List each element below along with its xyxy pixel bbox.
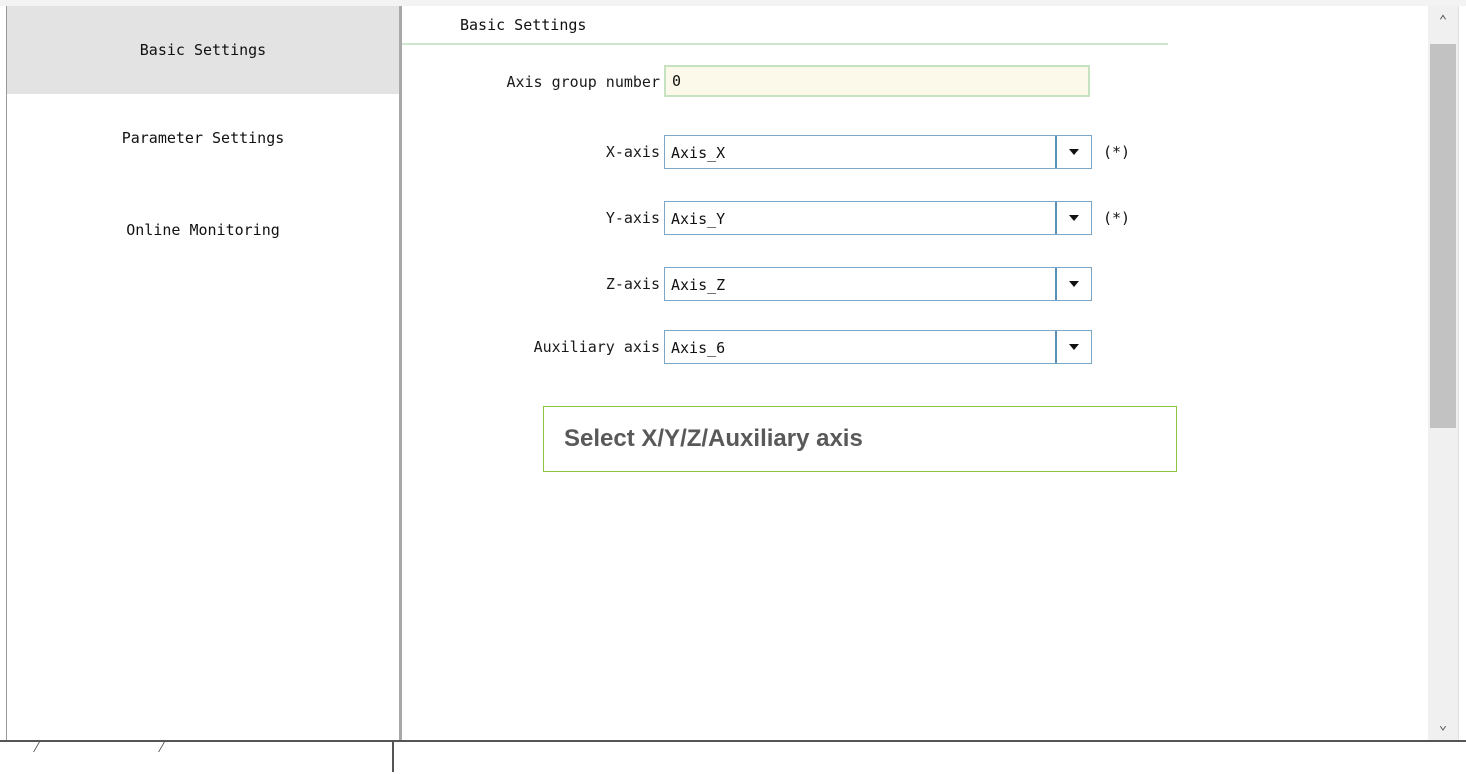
section-title: Basic Settings bbox=[460, 16, 587, 34]
x-axis-select[interactable]: Axis_X bbox=[664, 135, 1092, 169]
sidebar-item-label: Basic Settings bbox=[139, 41, 267, 59]
y-axis-label: Y-axis bbox=[605, 209, 660, 227]
sidebar-item-basic-settings[interactable]: Basic Settings bbox=[7, 6, 399, 94]
sidebar-item-label: Parameter Settings bbox=[121, 129, 285, 147]
x-axis-label: X-axis bbox=[605, 143, 660, 161]
chevron-up-icon: ⌃ bbox=[1438, 13, 1448, 29]
callout-text: Select X/Y/Z/Auxiliary axis bbox=[564, 425, 863, 452]
bottom-tab-divider bbox=[392, 742, 394, 772]
aux-axis-dropdown-button[interactable] bbox=[1055, 331, 1091, 363]
axis-group-input[interactable] bbox=[664, 65, 1090, 97]
sidebar-item-parameter-settings[interactable]: Parameter Settings bbox=[7, 94, 399, 182]
aux-axis-row: Auxiliary axis Axis_6 bbox=[402, 330, 1202, 364]
x-axis-row: X-axis Axis_X (*) bbox=[402, 135, 1202, 169]
chevron-down-icon bbox=[1069, 215, 1079, 221]
vertical-scrollbar[interactable]: ⌃ ⌄ bbox=[1428, 6, 1458, 740]
axis-group-label: Axis group number bbox=[506, 73, 660, 91]
sidebar-item-label: Online Monitoring bbox=[126, 221, 280, 239]
settings-panel: Basic Settings Axis group number X-axis … bbox=[402, 6, 1428, 740]
scroll-thumb[interactable] bbox=[1430, 44, 1456, 428]
chevron-down-icon bbox=[1069, 281, 1079, 287]
y-axis-select[interactable]: Axis_Y bbox=[664, 201, 1092, 235]
axis-group-row: Axis group number bbox=[402, 65, 1202, 99]
section-divider bbox=[402, 43, 1168, 45]
window-right-border bbox=[1458, 6, 1466, 740]
z-axis-select[interactable]: Axis_Z bbox=[664, 267, 1092, 301]
bottom-tab[interactable] bbox=[33, 742, 165, 752]
aux-axis-value: Axis_6 bbox=[671, 339, 726, 357]
x-axis-dropdown-button[interactable] bbox=[1055, 136, 1091, 168]
sidebar-item-online-monitoring[interactable]: Online Monitoring bbox=[7, 186, 399, 274]
sidebar: Basic Settings Parameter Settings Online… bbox=[7, 6, 399, 740]
y-axis-row: Y-axis Axis_Y (*) bbox=[402, 201, 1202, 235]
chevron-down-icon bbox=[1069, 149, 1079, 155]
y-axis-value: Axis_Y bbox=[671, 210, 726, 228]
annotation-callout: Select X/Y/Z/Auxiliary axis bbox=[543, 406, 1177, 472]
bottom-tab-strip bbox=[0, 740, 1466, 774]
chevron-down-icon: ⌄ bbox=[1438, 717, 1448, 733]
y-axis-dropdown-button[interactable] bbox=[1055, 202, 1091, 234]
aux-axis-select[interactable]: Axis_6 bbox=[664, 330, 1092, 364]
chevron-down-icon bbox=[1069, 344, 1079, 350]
z-axis-dropdown-button[interactable] bbox=[1055, 268, 1091, 300]
y-axis-required-mark: (*) bbox=[1103, 209, 1131, 227]
z-axis-row: Z-axis Axis_Z bbox=[402, 267, 1202, 301]
aux-axis-label: Auxiliary axis bbox=[533, 338, 660, 356]
x-axis-value: Axis_X bbox=[671, 144, 726, 162]
x-axis-required-mark: (*) bbox=[1103, 143, 1131, 161]
z-axis-label: Z-axis bbox=[605, 275, 660, 293]
scroll-down-button[interactable]: ⌄ bbox=[1428, 710, 1458, 740]
scroll-up-button[interactable]: ⌃ bbox=[1428, 6, 1458, 36]
z-axis-value: Axis_Z bbox=[671, 276, 726, 294]
